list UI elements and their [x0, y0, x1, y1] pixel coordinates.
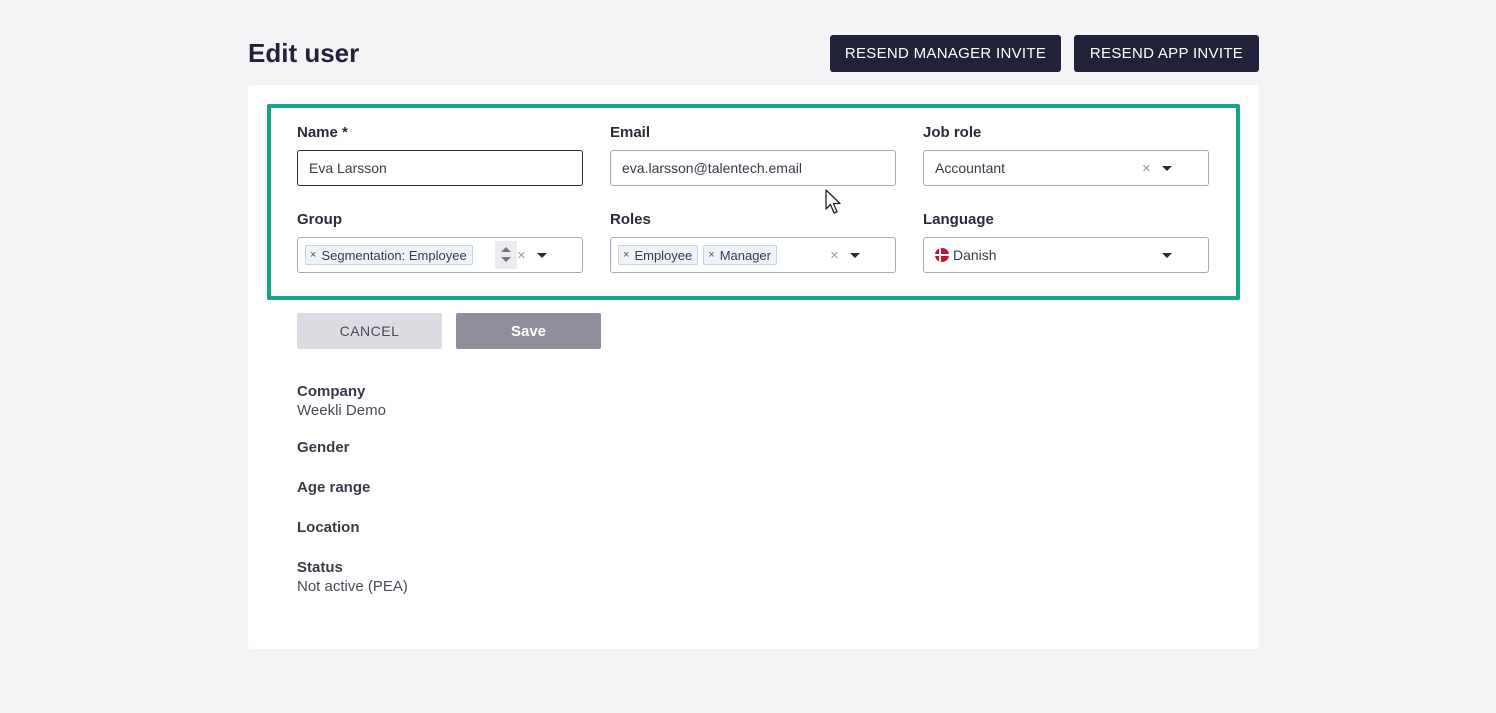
company-value: Weekli Demo [297, 402, 386, 419]
roles-label: Roles [610, 211, 651, 228]
job-role-value: Accountant [935, 160, 1006, 176]
denmark-flag-icon [935, 248, 949, 262]
group-label: Group [297, 211, 342, 228]
chip-remove-icon[interactable]: × [310, 249, 316, 261]
language-label: Language [923, 211, 994, 228]
email-label: Email [610, 124, 651, 141]
job-role-clear-icon[interactable]: × [1142, 160, 1151, 177]
group-chip-label: Segmentation: Employee [321, 247, 467, 263]
role-chip-label: Employee [634, 247, 693, 263]
chip-remove-icon[interactable]: × [708, 249, 714, 261]
name-label: Name * [297, 124, 348, 141]
email-value: eva.larsson@talentech.email [622, 160, 802, 176]
group-chevron-down-icon[interactable] [537, 253, 547, 258]
chip-remove-icon[interactable]: × [623, 249, 629, 261]
role-chip-label: Manager [719, 247, 771, 263]
language-value: Danish [953, 247, 997, 263]
mouse-cursor-icon [825, 189, 841, 214]
roles-clear-icon[interactable]: × [830, 247, 839, 264]
resend-manager-invite-button[interactable]: RESEND MANAGER INVITE [830, 35, 1061, 72]
job-role-chevron-down-icon[interactable] [1162, 166, 1172, 171]
group-clear-icon[interactable]: × [517, 247, 526, 264]
page-title: Edit user [248, 38, 360, 68]
job-role-label: Job role [923, 124, 982, 141]
language-chevron-down-icon[interactable] [1162, 253, 1172, 258]
email-field[interactable]: eva.larsson@talentech.email [610, 150, 896, 186]
status-label: Status [297, 559, 343, 576]
name-field[interactable]: Eva Larsson [297, 150, 583, 186]
group-chip: × Segmentation: Employee [305, 245, 473, 265]
cancel-button[interactable]: CANCEL [297, 313, 442, 349]
role-chip-manager: × Manager [703, 245, 777, 265]
age-range-label: Age range [297, 479, 371, 496]
roles-chevron-down-icon[interactable] [850, 253, 860, 258]
group-scroll-stepper[interactable] [495, 241, 517, 269]
role-chip-employee: × Employee [618, 245, 699, 265]
company-label: Company [297, 383, 366, 400]
status-value: Not active (PEA) [297, 578, 408, 595]
location-label: Location [297, 519, 360, 536]
resend-app-invite-button[interactable]: RESEND APP INVITE [1074, 35, 1259, 72]
gender-label: Gender [297, 439, 350, 456]
save-button[interactable]: Save [456, 313, 601, 349]
name-value: Eva Larsson [309, 160, 387, 176]
